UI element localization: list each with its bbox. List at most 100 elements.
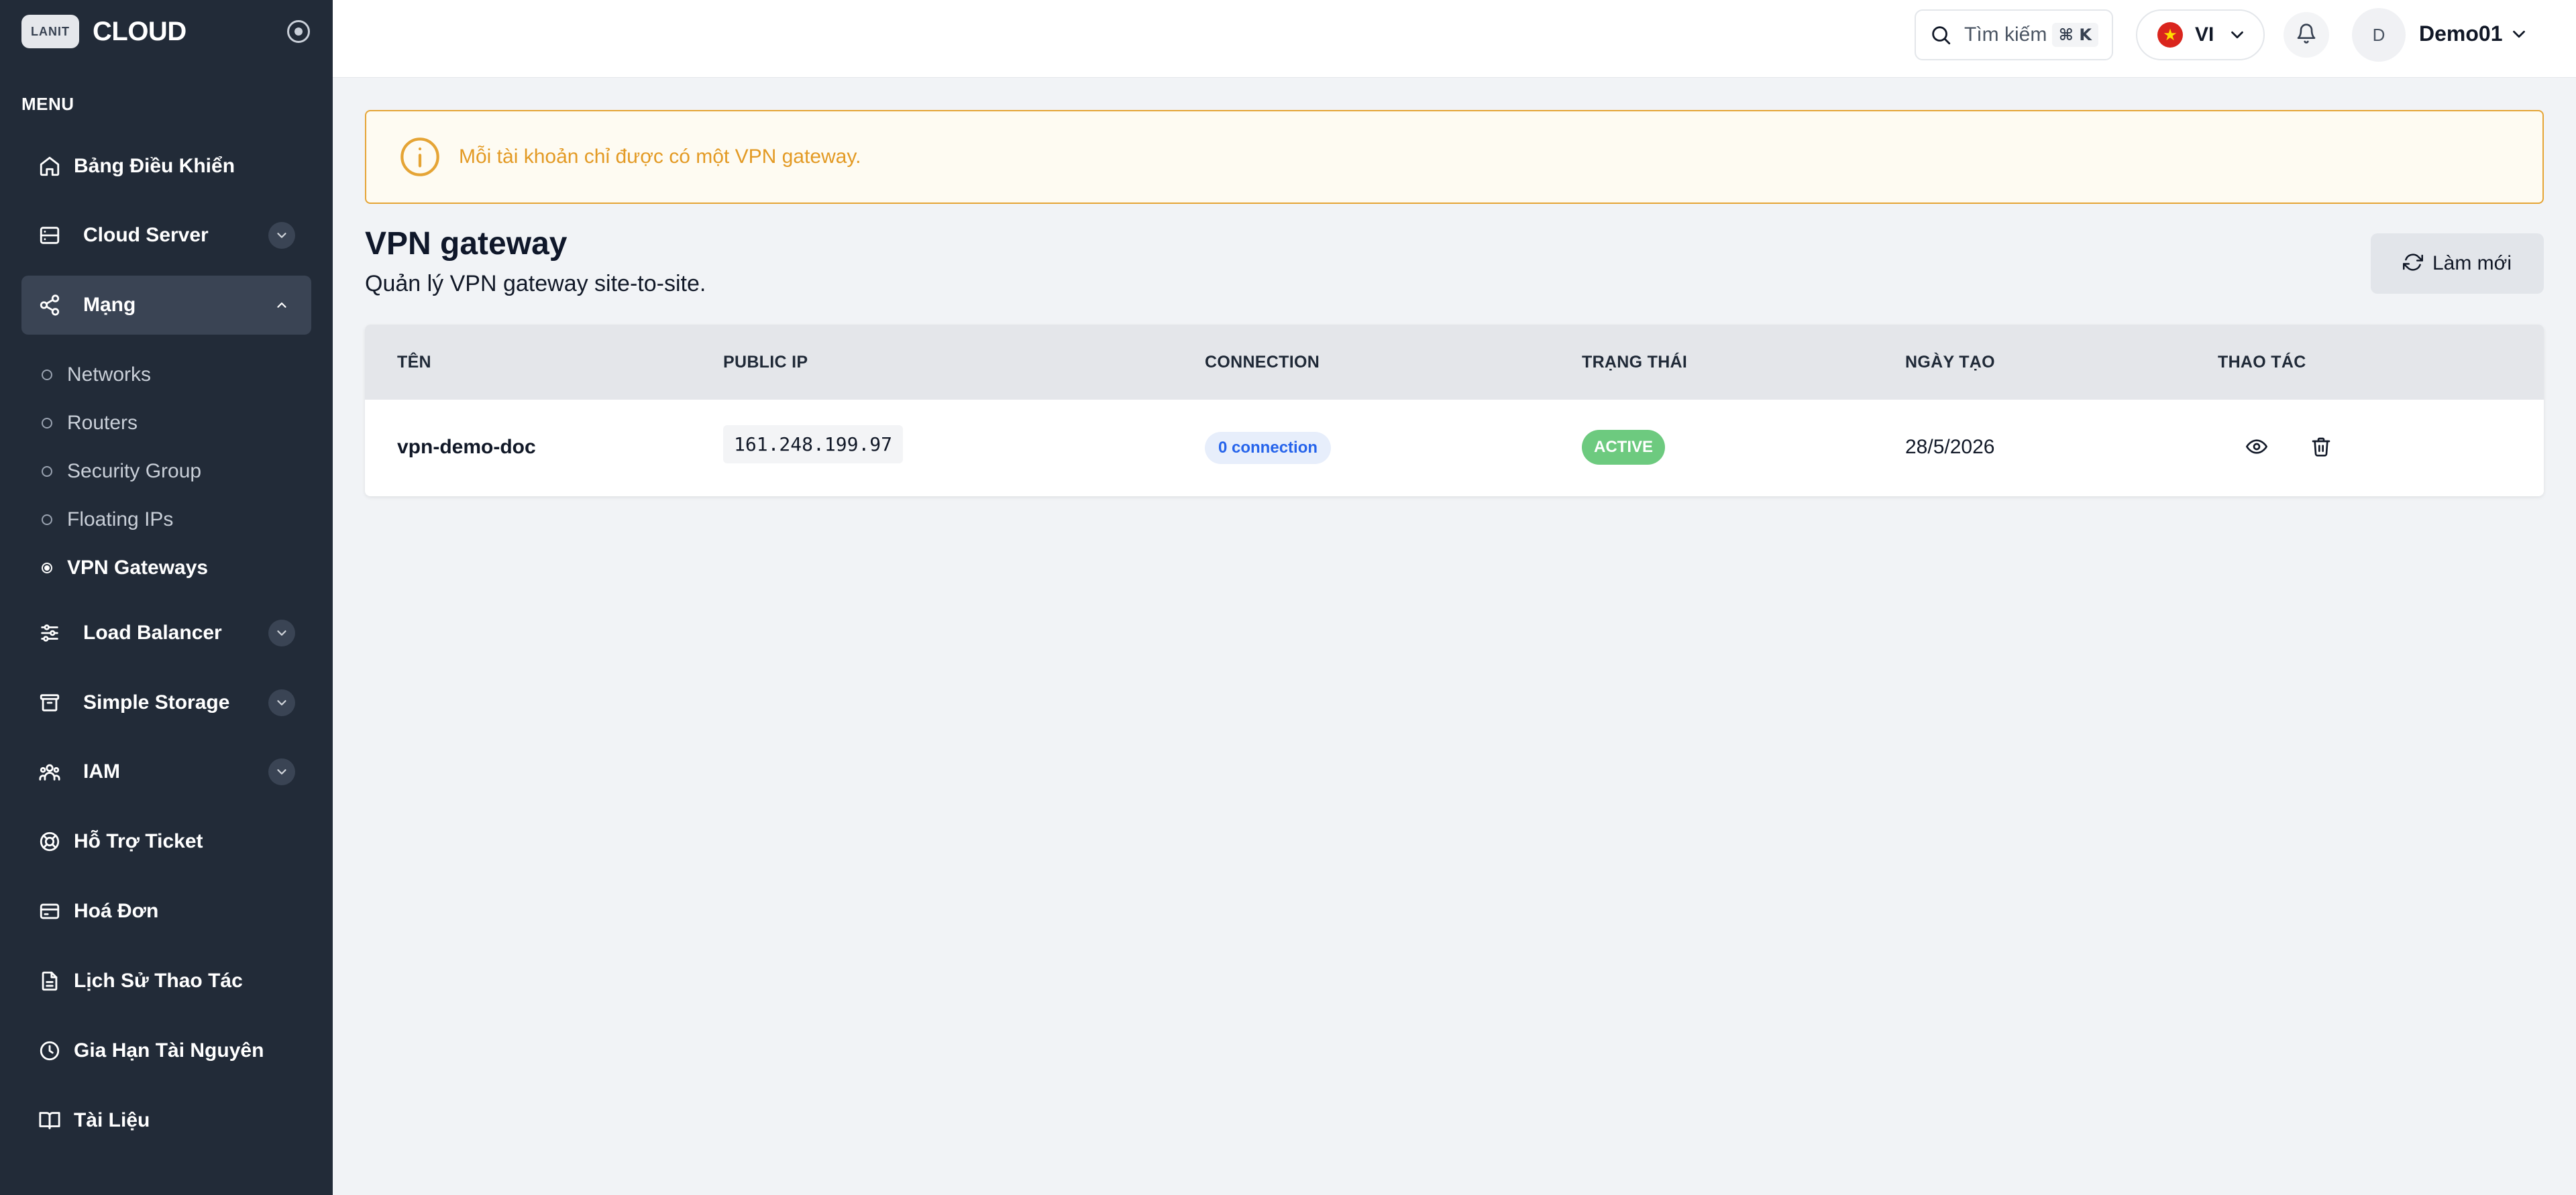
avatar[interactable]: D [2352,8,2406,62]
sidebar-subitem-routers[interactable]: Routers [42,407,138,439]
sidebar-item-label: Simple Storage [83,691,230,714]
search-label: Tìm kiếm [1964,23,2047,46]
chevron-down-icon[interactable] [268,758,295,785]
column-header-connection: CONNECTION [1205,353,1320,372]
sidebar-item-label: Hỗ Trợ Ticket [74,830,203,852]
credit-card-icon [38,899,62,923]
sliders-icon [38,621,62,645]
sidebar-item-label: Bảng Điều Khiển [74,155,235,177]
created-date: 28/5/2026 [1905,436,1995,458]
gateway-name[interactable]: vpn-demo-doc [397,436,536,459]
book-icon [38,1108,62,1133]
chevron-down-icon[interactable] [268,689,295,716]
home-icon [38,154,62,178]
vpn-gateway-table: TÊN PUBLIC IP CONNECTION TRẠNG THÁI NGÀY… [365,325,2544,496]
column-header-public-ip: PUBLIC IP [723,353,808,372]
refresh-icon [2402,252,2423,276]
sidebar-item-invoice[interactable]: Hoá Đơn [21,882,311,941]
sidebar-item-label: Lịch Sử Thao Tác [74,970,243,992]
clock-icon [38,1039,62,1063]
status-badge: ACTIVE [1582,430,1666,465]
sidebar-collapse-button[interactable] [287,20,310,43]
file-icon [38,969,62,993]
chevron-down-icon [2227,25,2247,45]
sidebar-item-cloud-server[interactable]: Cloud Server [21,206,311,265]
alert-text: Mỗi tài khoản chỉ được có một VPN gatewa… [459,146,861,168]
sidebar-subitem-networks[interactable]: Networks [42,359,151,391]
sidebar-item-documents[interactable]: Tài Liệu [21,1091,311,1150]
column-header-actions: THAO TÁC [2218,353,2306,372]
sidebar-item-label: Gia Hạn Tài Nguyên [74,1039,264,1062]
refresh-label: Làm mới [2432,252,2512,274]
view-button[interactable] [2242,433,2271,463]
top-header: Tìm kiếm ⌘ K ★ VI D Demo01 [333,0,2576,78]
bell-icon [2296,23,2317,48]
bullet-active-icon [42,563,52,573]
users-icon [38,760,62,784]
sidebar-item-label: Cloud Server [83,224,209,246]
brand-logo: LANIT [21,15,79,48]
search-button[interactable]: Tìm kiếm ⌘ K [1915,9,2113,60]
username[interactable]: Demo01 [2419,21,2503,46]
sidebar-subitem-label: Networks [67,363,152,386]
trash-icon [2310,436,2332,461]
bullet-icon [42,514,52,525]
sidebar-subitem-vpn-gateways[interactable]: VPN Gateways [42,552,208,584]
sidebar-item-support-ticket[interactable]: Hỗ Trợ Ticket [21,812,311,871]
bullet-icon [42,418,52,429]
info-icon [398,135,441,178]
chevron-down-icon[interactable] [268,222,295,249]
sidebar: LANIT CLOUD MENU Bảng Điều Khiển Cloud S… [0,0,333,1195]
table-header: TÊN PUBLIC IP CONNECTION TRẠNG THÁI NGÀY… [365,325,2544,400]
sidebar-item-simple-storage[interactable]: Simple Storage [21,673,311,732]
language-selector[interactable]: ★ VI [2136,9,2265,60]
delete-button[interactable] [2306,433,2336,463]
sidebar-subitem-floating-ips[interactable]: Floating IPs [42,504,173,536]
sidebar-item-activity-history[interactable]: Lịch Sử Thao Tác [21,952,311,1011]
sidebar-subitem-label: Routers [67,412,138,434]
chevron-down-icon[interactable] [268,620,295,646]
bullet-icon [42,369,52,380]
search-shortcut: ⌘ K [2051,23,2098,47]
share-icon [38,293,62,317]
eye-icon [2246,436,2267,461]
page-title: VPN gateway [365,226,568,262]
page-subtitle: Quản lý VPN gateway site-to-site. [365,271,706,296]
sidebar-subitem-label: Floating IPs [67,508,174,530]
sidebar-item-label: Mạng [83,294,136,316]
chevron-down-icon[interactable] [2509,24,2529,44]
column-header-name: TÊN [397,353,431,372]
table-row[interactable]: vpn-demo-doc 161.248.199.97 0 connection… [365,400,2544,496]
refresh-button[interactable]: Làm mới [2371,233,2544,294]
sidebar-subitem-label: VPN Gateways [67,557,209,579]
sidebar-item-dashboard[interactable]: Bảng Điều Khiển [21,137,311,196]
brand-name: CLOUD [93,16,186,46]
sidebar-item-label: Hoá Đơn [74,900,159,922]
archive-icon [38,691,62,715]
info-alert: Mỗi tài khoản chỉ được có một VPN gatewa… [365,110,2544,204]
sidebar-item-resource-renewal[interactable]: Gia Hạn Tài Nguyên [21,1021,311,1080]
bullet-icon [42,466,52,477]
lifebuoy-icon [38,830,62,854]
search-icon [1929,23,1952,46]
radio-dot-icon [294,27,303,36]
sidebar-item-load-balancer[interactable]: Load Balancer [21,604,311,663]
sidebar-item-network[interactable]: Mạng [21,276,311,335]
column-header-created: NGÀY TẠO [1905,353,1995,372]
connection-badge[interactable]: 0 connection [1205,432,1332,464]
vietnam-flag-icon: ★ [2157,22,2183,48]
notification-button[interactable] [2284,12,2329,58]
brand[interactable]: LANIT CLOUD [21,15,186,48]
sidebar-subitem-label: Security Group [67,460,202,482]
public-ip: 161.248.199.97 [723,425,904,463]
chevron-up-icon[interactable] [268,292,295,319]
language-label: VI [2195,23,2214,46]
sidebar-item-label: IAM [83,760,120,783]
menu-title: MENU [21,94,74,114]
server-icon [38,223,62,247]
sidebar-item-label: Load Balancer [83,622,222,644]
sidebar-item-iam[interactable]: IAM [21,742,311,801]
sidebar-subitem-security-group[interactable]: Security Group [42,455,201,488]
sidebar-item-label: Tài Liệu [74,1109,150,1131]
column-header-status: TRẠNG THÁI [1582,353,1688,372]
